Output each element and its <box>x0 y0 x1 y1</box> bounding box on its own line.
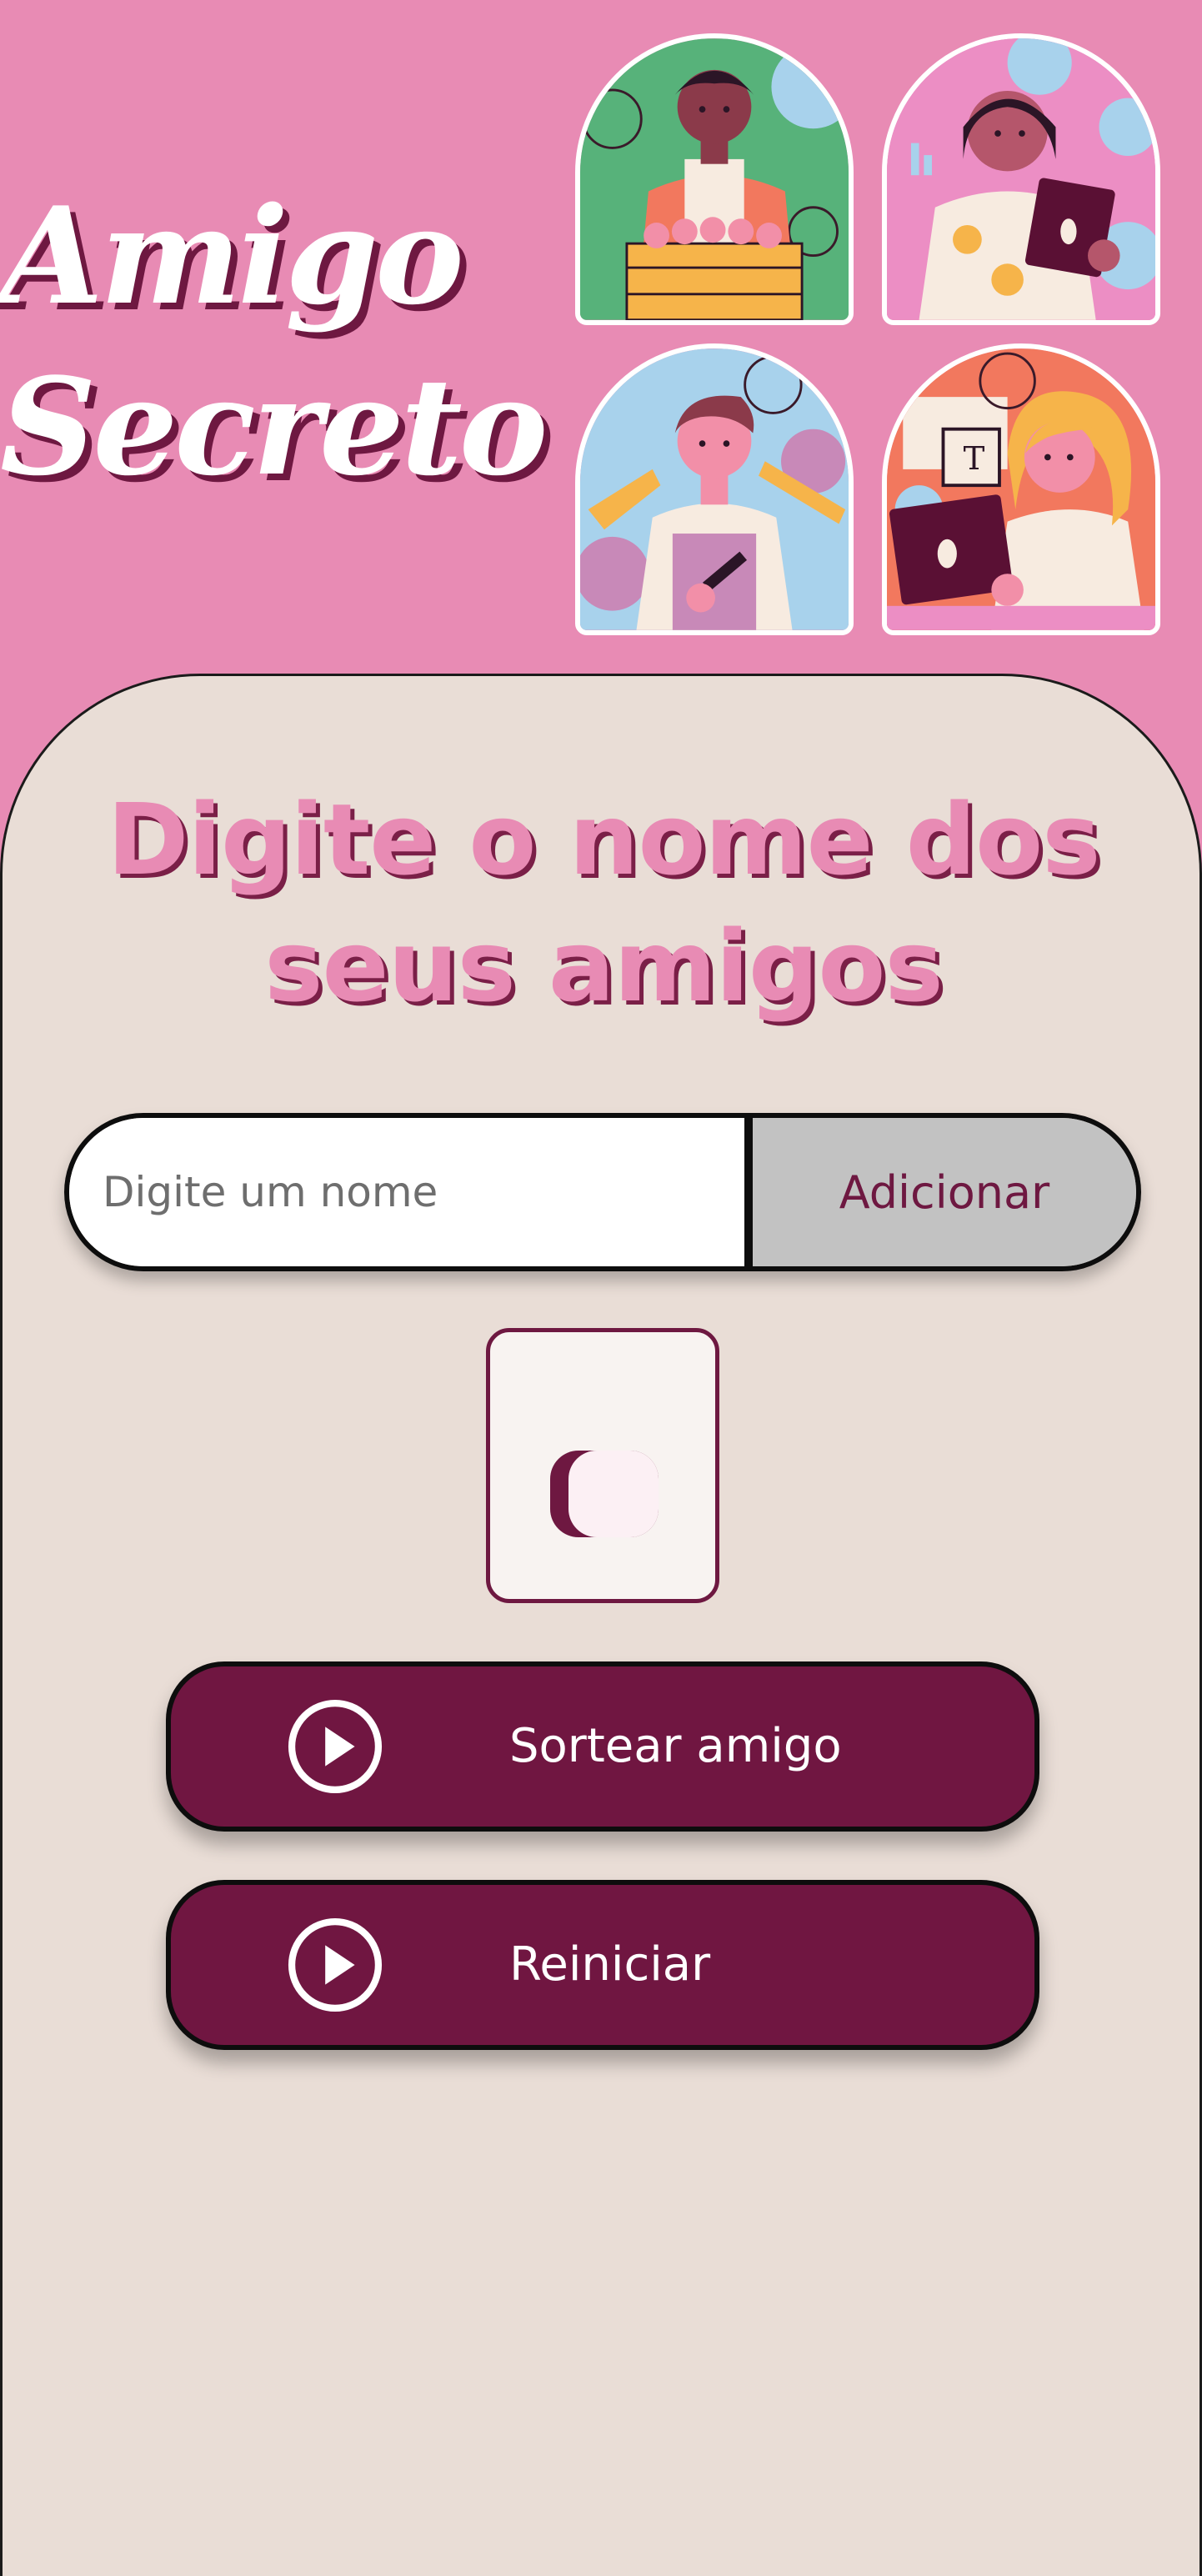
person-with-fruit-box-illustration <box>575 33 854 325</box>
draw-friend-label: Sortear amigo <box>509 1719 842 1773</box>
friend-name-input[interactable] <box>69 1118 744 1266</box>
illustration-grid: T <box>575 33 1160 638</box>
play-circle-icon <box>288 1699 383 1794</box>
woman-with-laptop-illustration: T <box>882 343 1160 635</box>
title-line-1: Amigo <box>0 178 464 334</box>
input-divider <box>744 1118 753 1266</box>
title-line-2: Secreto <box>0 348 548 505</box>
draw-friend-button[interactable]: Sortear amigo <box>166 1661 1039 1832</box>
add-button[interactable]: Adicionar <box>753 1118 1136 1266</box>
section-title: Digite o nome dos seus amigos <box>107 782 1101 1024</box>
woman-with-tablet-illustration <box>882 33 1160 325</box>
add-friend-form: Adicionar <box>64 1113 1141 1271</box>
header: Amigo Secreto T <box>0 0 1202 684</box>
man-with-hammer-illustration <box>575 343 854 635</box>
result-list <box>486 1328 719 1603</box>
result-placeholder <box>550 1451 659 1537</box>
svg-text:T: T <box>964 440 985 478</box>
play-circle-icon <box>288 1917 383 2012</box>
main-card: Digite o nome dos seus amigos Adicionar … <box>0 674 1202 2576</box>
page-title: Amigo Secreto <box>0 171 548 513</box>
reset-button[interactable]: Reiniciar <box>166 1880 1039 2050</box>
reset-label: Reiniciar <box>509 1937 711 1992</box>
